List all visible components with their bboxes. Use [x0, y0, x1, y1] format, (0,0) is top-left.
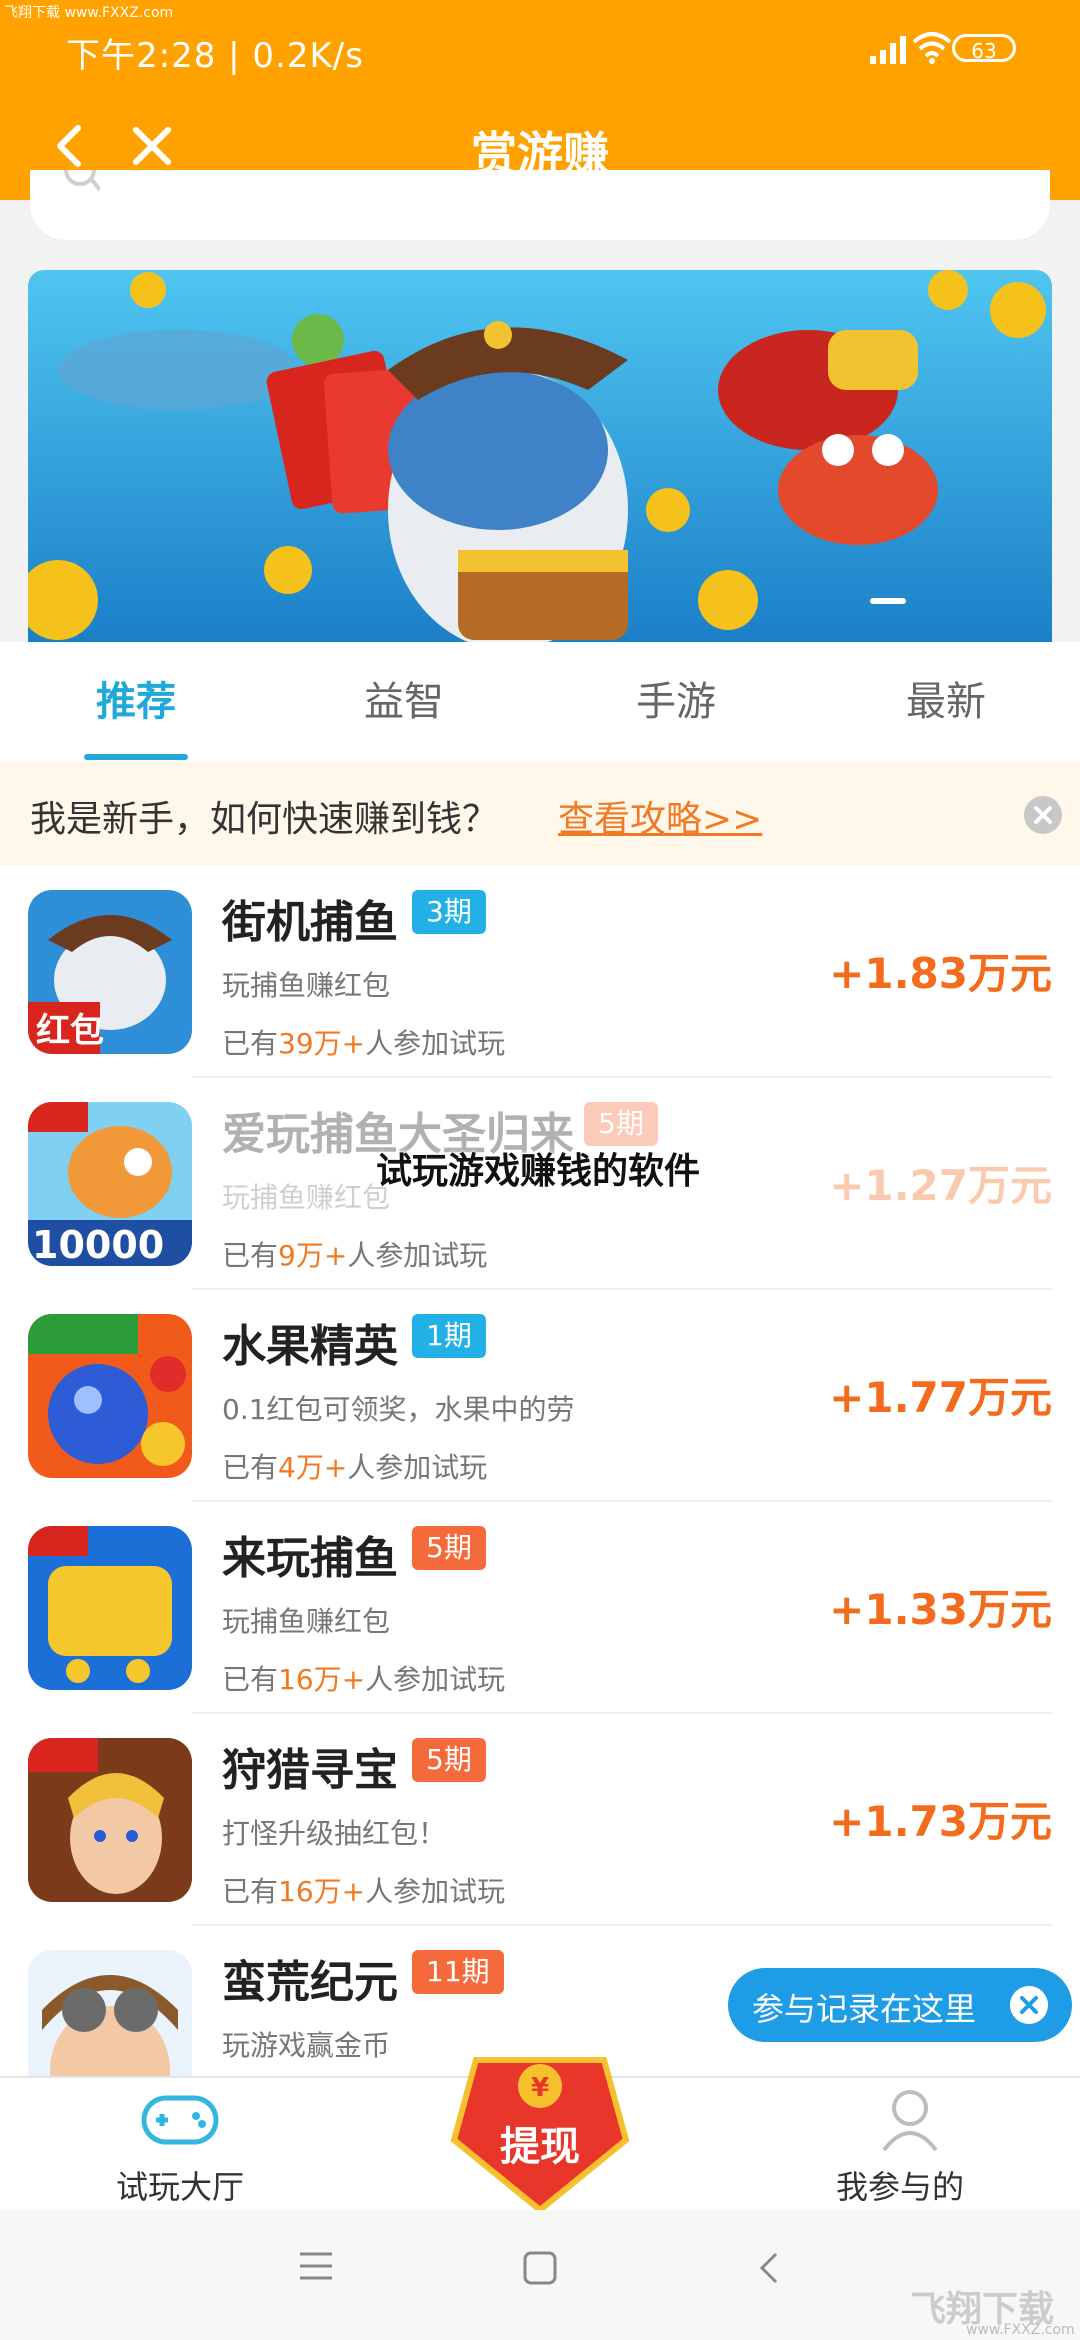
wifi-icon: [912, 32, 952, 64]
reward-amount: +1.77万元: [829, 1373, 1052, 1422]
close-guide-icon[interactable]: [1024, 796, 1062, 834]
game-desc: 玩捕鱼赚红包: [222, 1181, 391, 1214]
game-icon-fishing-monkey: 10000: [28, 1102, 192, 1266]
tab-recommend[interactable]: 推荐: [36, 642, 236, 762]
participant-count: 已有9万+人参加试玩: [222, 1239, 488, 1272]
game-desc: 玩游戏赢金币: [222, 2029, 391, 2062]
search-area: [0, 170, 1080, 270]
svg-text:10000: 10000: [32, 1223, 164, 1266]
game-icon-treasure-hunt: [28, 1738, 192, 1902]
game-name: 狩猎寻宝: [222, 1745, 398, 1796]
home-icon[interactable]: [522, 2250, 558, 2286]
guide-text: 我是新手，如何快速赚到钱？: [30, 799, 499, 840]
banner-indicator: [870, 598, 906, 604]
period-badge: 11期: [412, 1950, 504, 1994]
promo-banner[interactable]: [28, 270, 1052, 642]
game-desc: 0.1红包可领奖，水果中的劳: [222, 1393, 575, 1426]
game-item[interactable]: 来玩捕鱼 5期 玩捕鱼赚红包 已有16万+人参加试玩 +1.33万元: [0, 1502, 1080, 1714]
period-badge: 5期: [412, 1738, 486, 1782]
game-desc: 打怪升级抽红包！: [222, 1817, 447, 1850]
period-badge: 5期: [584, 1102, 658, 1146]
game-desc: 玩捕鱼赚红包: [222, 969, 391, 1002]
period-badge: 5期: [412, 1526, 486, 1570]
participant-count: 已有16万+人参加试玩: [222, 1663, 506, 1696]
participant-count: 已有16万+人参加试玩: [222, 1875, 506, 1908]
game-icon-catch-fish: [28, 1526, 192, 1690]
battery-icon: 63: [952, 34, 1016, 63]
user-icon: [882, 2090, 938, 2152]
period-badge: 1期: [412, 1314, 486, 1358]
gamepad-icon: [141, 2095, 219, 2145]
tab-label: 我参与的: [836, 2168, 965, 2206]
svg-text:¥: ¥: [531, 2073, 549, 2103]
game-name: 街机捕鱼: [222, 897, 398, 948]
banner-image: [28, 270, 1052, 642]
newbie-guide-bar: 我是新手，如何快速赚到钱？ 查看攻略>>: [0, 762, 1080, 866]
tab-my-participation[interactable]: 我参与的: [820, 2078, 1000, 2212]
game-item[interactable]: 水果精英 1期 0.1红包可领奖，水果中的劳 已有4万+人参加试玩 +1.77万…: [0, 1290, 1080, 1502]
withdraw-label: 提现: [500, 2124, 580, 2170]
game-icon-barbarian-era: [28, 1950, 192, 2076]
tab-mobile-games[interactable]: 手游: [576, 642, 776, 762]
category-tabs: 推荐 益智 手游 最新: [0, 642, 1080, 762]
tab-latest[interactable]: 最新: [846, 642, 1046, 762]
game-name: 水果精英: [222, 1321, 398, 1372]
back-nav-icon[interactable]: [754, 2250, 782, 2286]
overlay-caption: 试玩游戏赚钱的软件: [376, 1151, 701, 1192]
watermark-text: 飞翔下载 www.FXXZ.com: [4, 5, 174, 21]
close-tip-icon[interactable]: [1010, 1986, 1048, 2024]
search-icon: [64, 170, 100, 192]
game-item[interactable]: 红包 街机捕鱼 3期 玩捕鱼赚红包 已有39万+人参加试玩 +1.83万元: [0, 866, 1080, 1078]
search-input[interactable]: [30, 170, 1050, 240]
period-badge: 3期: [412, 890, 486, 934]
reward-amount: +1.33万元: [829, 1585, 1052, 1634]
game-icon-fishing: 红包: [28, 890, 192, 1054]
tab-game-hall[interactable]: 试玩大厅: [90, 2078, 270, 2212]
signal-icon: [870, 36, 906, 64]
game-desc: 玩捕鱼赚红包: [222, 1605, 391, 1638]
red-envelope-icon: ¥ 提现: [450, 2057, 630, 2214]
game-name: 蛮荒纪元: [222, 1957, 398, 2008]
game-item[interactable]: 狩猎寻宝 5期 打怪升级抽红包！ 已有16万+人参加试玩 +1.73万元: [0, 1714, 1080, 1926]
svg-text:红包: 红包: [36, 1011, 104, 1051]
reward-amount: +1.73万元: [829, 1797, 1052, 1846]
brand-url: www.FXXZ.com: [966, 2322, 1075, 2338]
status-time: 下午2:28 | 0.2K/s: [66, 36, 364, 76]
game-icon-fruit: [28, 1314, 192, 1478]
reward-amount: +1.27万元: [829, 1161, 1052, 1210]
reward-amount: +1.83万元: [829, 949, 1052, 998]
tab-puzzle[interactable]: 益智: [304, 642, 504, 762]
status-bar: 飞翔下载 www.FXXZ.com 下午2:28 | 0.2K/s 63: [0, 0, 1080, 100]
menu-icon[interactable]: [298, 2250, 334, 2282]
participant-count: 已有39万+人参加试玩: [222, 1027, 506, 1060]
game-list: 红包 街机捕鱼 3期 玩捕鱼赚红包 已有39万+人参加试玩 +1.83万元 10…: [0, 866, 1080, 2076]
participation-record-tip[interactable]: 参与记录在这里: [728, 1968, 1072, 2042]
guide-link[interactable]: 查看攻略>>: [558, 790, 762, 842]
participant-count: 已有4万+人参加试玩: [222, 1451, 488, 1484]
tab-active-indicator: [84, 754, 188, 760]
tip-text: 参与记录在这里: [752, 1990, 977, 2028]
withdraw-button[interactable]: ¥ 提现: [436, 2020, 644, 2220]
game-name: 来玩捕鱼: [222, 1533, 398, 1584]
tab-label: 试玩大厅: [116, 2168, 245, 2206]
